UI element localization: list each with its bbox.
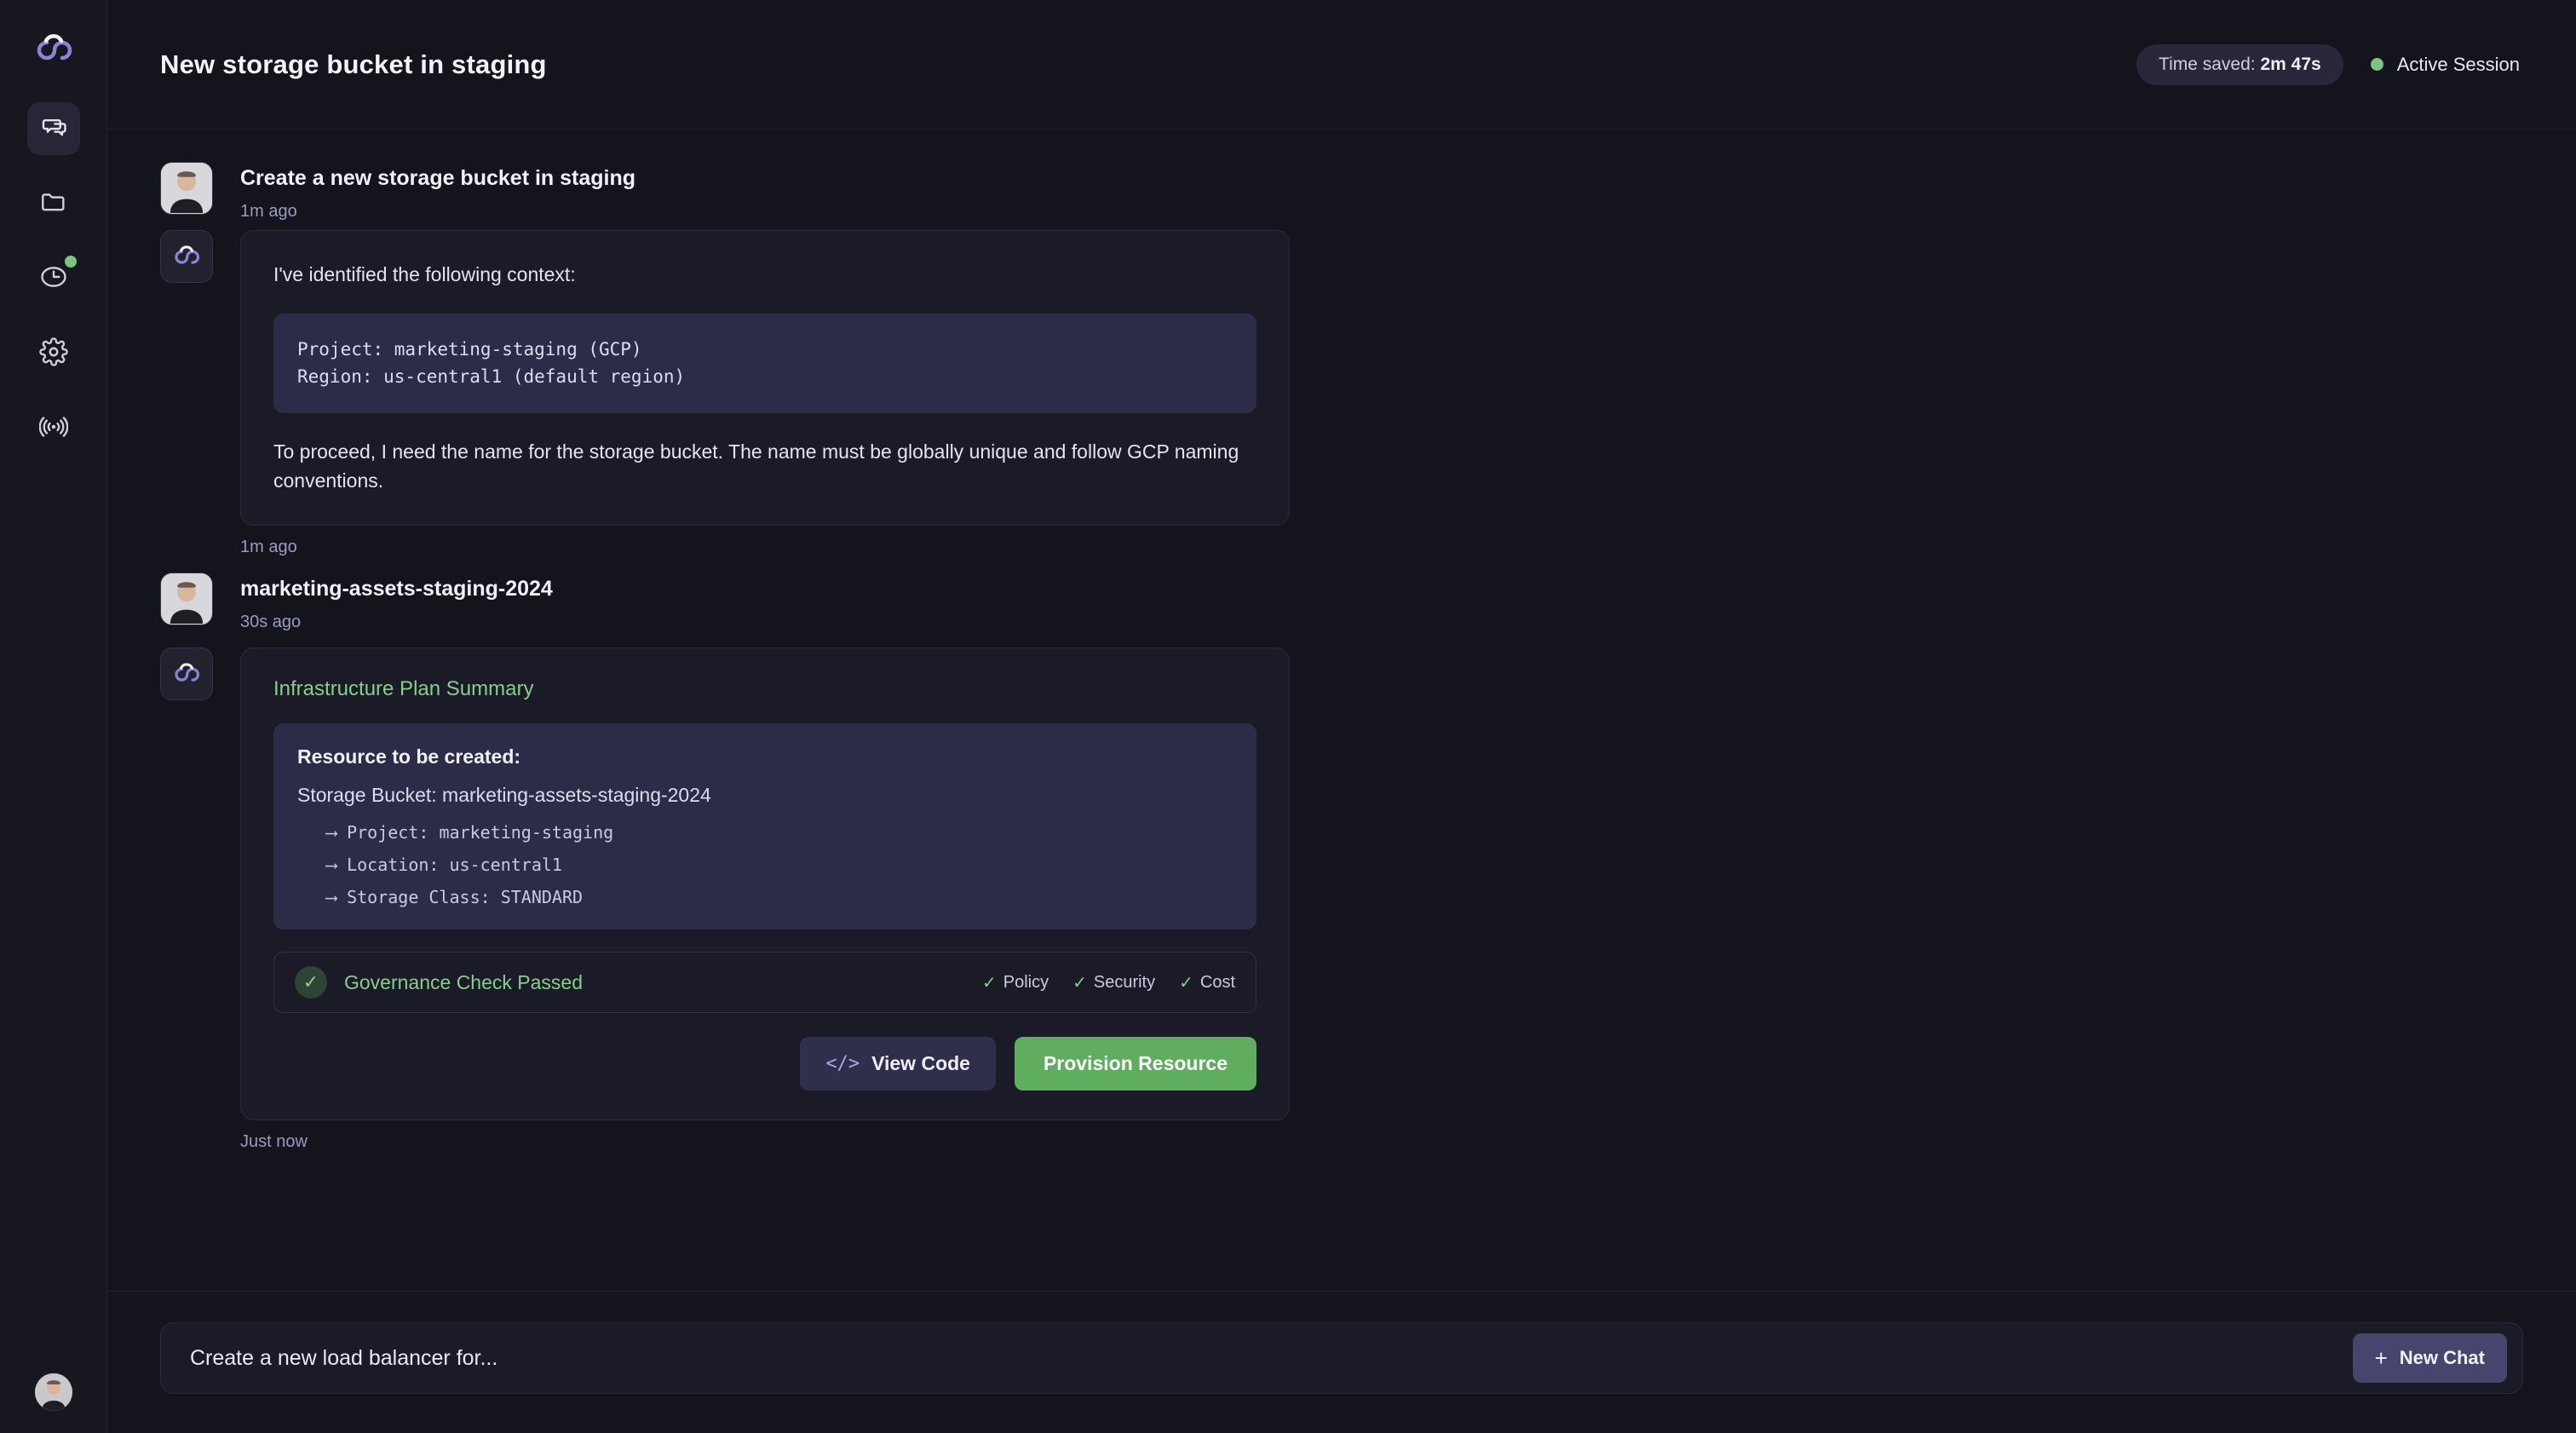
assistant-avatar-cloud-icon <box>160 647 213 701</box>
context-code-block: Project: marketing-staging (GCP) Region:… <box>273 313 1256 413</box>
plus-icon: + <box>2374 1345 2388 1371</box>
provision-resource-label: Provision Resource <box>1043 1052 1228 1075</box>
chat-bubbles-icon <box>39 112 68 146</box>
plan-actions: </> View Code Provision Resource <box>273 1037 1256 1091</box>
message-input[interactable] <box>190 1345 2353 1371</box>
new-chat-button[interactable]: + New Chat <box>2352 1333 2507 1383</box>
page-title: New storage bucket in staging <box>160 49 547 79</box>
chat-thread: Create a new storage bucket in staging 1… <box>107 129 2576 1291</box>
message-timestamp: 1m ago <box>240 202 297 222</box>
message-assistant-1: I've identified the following context: P… <box>160 230 2523 557</box>
message-assistant-plan: Infrastructure Plan Summary Resource to … <box>160 647 2523 1152</box>
governance-chip-security: ✓ Security <box>1072 972 1155 993</box>
cloud-logo-icon <box>23 22 84 77</box>
governance-chip-cost: ✓ Cost <box>1179 972 1235 993</box>
plan-detail-location: ⟶ Location: us-central1 <box>326 855 562 876</box>
user-avatar-photo <box>160 572 213 625</box>
view-code-button[interactable]: </> View Code <box>800 1037 996 1091</box>
session-status-dot <box>2370 58 2383 71</box>
session-status: Active Session <box>2370 53 2520 76</box>
governance-status: ✓ Governance Check Passed <box>295 966 583 999</box>
history-badge-dot <box>64 256 77 268</box>
app-root: New storage bucket in staging Time saved… <box>0 0 2576 1433</box>
infrastructure-plan-card: Infrastructure Plan Summary Resource to … <box>240 647 1290 1121</box>
top-bar-right: Time saved: 2m 47s Active Session <box>2136 43 2520 85</box>
governance-chip-policy: ✓ Policy <box>982 972 1049 993</box>
plan-details-box: Resource to be created: Storage Bucket: … <box>273 723 1256 930</box>
plan-title: Infrastructure Plan Summary <box>273 677 534 701</box>
sidebar-item-settings[interactable] <box>27 327 80 380</box>
time-saved-value: 2m 47s <box>2260 54 2321 74</box>
sidebar-item-history[interactable] <box>27 252 80 305</box>
plan-resource: Storage Bucket: marketing-assets-staging… <box>297 784 711 807</box>
broadcast-icon <box>38 412 68 446</box>
message-timestamp: 1m ago <box>240 537 297 556</box>
check-icon: ✓ <box>295 966 327 999</box>
user-avatar-photo <box>160 162 213 215</box>
composer-area: + New Chat <box>107 1291 2576 1433</box>
assistant-avatar-cloud-icon <box>160 230 213 284</box>
gear-icon <box>38 337 68 371</box>
sidebar-nav <box>26 102 80 455</box>
plan-detail-project: ⟶ Project: marketing-staging <box>326 822 614 843</box>
clock-icon <box>39 262 68 296</box>
message-user-1: Create a new storage bucket in staging 1… <box>160 162 2523 222</box>
governance-check-list: ✓ Policy ✓ Security ✓ Cost <box>982 972 1235 993</box>
composer: + New Chat <box>160 1322 2523 1394</box>
sidebar <box>0 0 107 1433</box>
sidebar-item-files[interactable] <box>27 177 80 230</box>
user-avatar-photo[interactable] <box>34 1373 72 1411</box>
message-text: marketing-assets-staging-2024 <box>240 576 553 601</box>
check-icon: ✓ <box>1072 973 1087 993</box>
governance-check-row: ✓ Governance Check Passed ✓ Policy ✓ Secur… <box>273 952 1256 1014</box>
view-code-label: View Code <box>871 1052 970 1075</box>
plan-detail-storage-class: ⟶ Storage Class: STANDARD <box>326 887 584 908</box>
main-area: New storage bucket in staging Time saved… <box>107 0 2576 1433</box>
message-timestamp: Just now <box>240 1132 308 1152</box>
sidebar-item-activity[interactable] <box>27 402 80 455</box>
top-bar: New storage bucket in staging Time saved… <box>107 0 2576 129</box>
check-icon: ✓ <box>981 973 997 993</box>
message-text: Create a new storage bucket in staging <box>240 166 636 190</box>
message-timestamp: 30s ago <box>240 613 302 632</box>
folder-icon <box>39 187 68 221</box>
check-icon: ✓ <box>1179 973 1193 993</box>
governance-chip-label: Policy <box>1003 972 1049 992</box>
assistant-card: I've identified the following context: P… <box>240 230 1290 526</box>
message-user-2: marketing-assets-staging-2024 30s ago <box>160 572 2523 632</box>
session-status-label: Active Session <box>2396 53 2520 75</box>
time-saved-badge: Time saved: 2m 47s <box>2136 43 2343 85</box>
message-body: marketing-assets-staging-2024 30s ago <box>240 573 553 632</box>
provision-resource-button[interactable]: Provision Resource <box>1014 1037 1256 1091</box>
message-body: I've identified the following context: P… <box>240 230 1290 557</box>
governance-chip-label: Security <box>1093 972 1156 992</box>
assistant-outro-text: To proceed, I need the name for the stor… <box>273 440 1239 492</box>
code-brackets-icon: </> <box>825 1053 860 1075</box>
time-saved-label: Time saved: <box>2159 54 2261 74</box>
plan-heading: Resource to be created: <box>297 745 521 768</box>
governance-label: Governance Check Passed <box>344 970 583 993</box>
sidebar-item-chats[interactable] <box>26 102 80 155</box>
message-body: Infrastructure Plan Summary Resource to … <box>240 647 1290 1152</box>
message-body: Create a new storage bucket in staging 1… <box>240 162 635 222</box>
assistant-intro-text: I've identified the following context: <box>273 263 576 286</box>
new-chat-label: New Chat <box>2399 1347 2485 1368</box>
governance-chip-label: Cost <box>1199 972 1235 992</box>
